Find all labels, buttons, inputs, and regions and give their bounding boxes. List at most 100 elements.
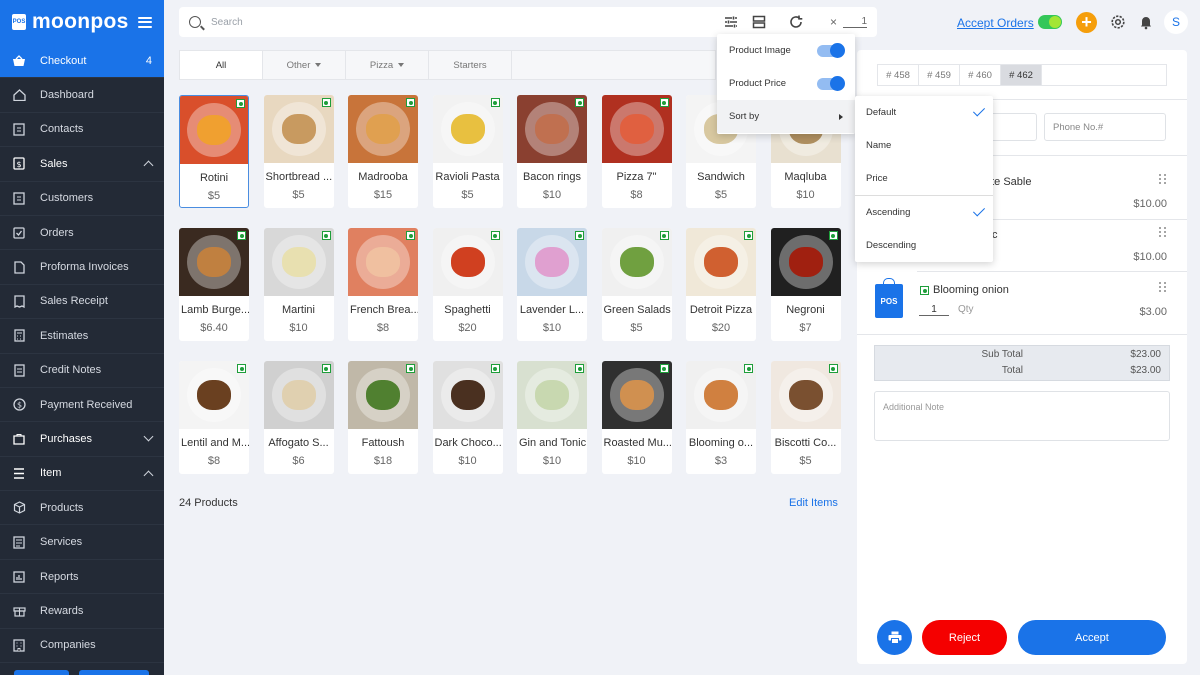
sidebar-item-orders[interactable]: Orders (0, 216, 164, 251)
sidebar-item-companies[interactable]: Companies (0, 629, 164, 664)
receipt-icon (12, 294, 26, 308)
search-input[interactable]: Search (211, 17, 243, 28)
phone-field[interactable]: Phone No.# (1044, 113, 1166, 141)
add-button[interactable]: + (1076, 12, 1097, 33)
list-icon (12, 466, 26, 480)
order-tab[interactable]: # 459 (919, 65, 960, 85)
avatar[interactable]: S (1164, 10, 1188, 34)
product-card[interactable]: Roasted Mu... $10 (601, 361, 672, 474)
sort-name-option[interactable]: Name (855, 129, 993, 162)
veg-indicator-icon (659, 98, 669, 107)
product-image-food (197, 380, 231, 410)
drag-handle-icon[interactable] (1159, 227, 1167, 238)
sidebar-item-purchases[interactable]: Purchases (0, 422, 164, 457)
accept-button[interactable]: Accept (1018, 620, 1166, 655)
product-card[interactable]: Shortbread ... $5 (263, 95, 334, 208)
product-card[interactable]: Blooming o... $3 (686, 361, 756, 474)
product-card[interactable]: Pizza 7" $8 (601, 95, 672, 208)
product-price: $5 (630, 322, 643, 334)
sidebar-item-sales-receipt[interactable]: Sales Receipt (0, 285, 164, 320)
product-price: $10 (542, 322, 562, 334)
sort-price-option[interactable]: Price (855, 162, 993, 195)
product-card[interactable]: Green Salads $5 (601, 228, 672, 341)
sidebar-item-dashboard[interactable]: Dashboard (0, 78, 164, 113)
sort-ascending-option[interactable]: Ascending (855, 196, 993, 229)
veg-indicator-icon (321, 231, 331, 240)
clear-search-icon[interactable]: × (830, 15, 837, 29)
product-image-option[interactable]: Product Image (717, 34, 855, 67)
sidebar-item-proforma-invoices[interactable]: Proforma Invoices (0, 250, 164, 285)
sort-descending-option[interactable]: Descending (855, 229, 993, 262)
product-card[interactable]: Ravioli Pasta $5 (432, 95, 503, 208)
sidebar-item-payment-received[interactable]: $ Payment Received (0, 388, 164, 423)
drag-handle-icon[interactable] (1159, 282, 1167, 293)
reject-button[interactable]: Reject (922, 620, 1007, 655)
sidebar-item-sales[interactable]: $ Sales (0, 147, 164, 182)
product-price: $8 (376, 322, 390, 334)
product-card[interactable]: Martini $10 (263, 228, 334, 341)
sort-by-option[interactable]: Sort by (717, 100, 855, 133)
sidebar-item-services[interactable]: Services (0, 525, 164, 560)
sort-default-option[interactable]: Default (855, 96, 993, 129)
edit-items-link[interactable]: Edit Items (789, 497, 838, 509)
tab-pizza[interactable]: Pizza (346, 51, 429, 79)
order-tab[interactable]: # 458 (878, 65, 919, 85)
sidebar-item-estimates[interactable]: Estimates (0, 319, 164, 354)
hamburger-menu-icon[interactable] (138, 16, 152, 28)
product-card[interactable]: Gin and Tonic $10 (517, 361, 587, 474)
layout-view-icon[interactable] (751, 14, 767, 30)
product-card[interactable]: Negroni $7 (770, 228, 841, 341)
refresh-icon[interactable] (788, 14, 804, 30)
sidebar-footer-button[interactable] (14, 670, 69, 675)
product-card[interactable]: Lentil and M... $8 (179, 361, 249, 474)
sidebar-item-checkout[interactable]: Checkout 4 (0, 44, 164, 79)
product-card[interactable]: Detroit Pizza $20 (686, 228, 756, 341)
order-tab[interactable]: # 460 (960, 65, 1001, 85)
product-card[interactable]: Lavender L... $10 (517, 228, 587, 341)
product-card[interactable]: Rotini $5 (179, 95, 249, 208)
accept-orders-toggle[interactable] (1038, 15, 1062, 29)
product-price-option[interactable]: Product Price (717, 67, 855, 100)
product-image-food (535, 247, 569, 277)
order-tab-active[interactable]: # 462 (1001, 65, 1042, 85)
sidebar-item-credit-notes[interactable]: Credit Notes (0, 354, 164, 388)
order-line-item[interactable]: POS Blooming onion 1 Qty $3.00 (857, 276, 1187, 328)
sidebar-item-rewards[interactable]: Rewards (0, 594, 164, 629)
product-card[interactable]: French Brea... $8 (348, 228, 418, 341)
drag-handle-icon[interactable] (1159, 174, 1167, 185)
tab-other[interactable]: Other (263, 51, 346, 79)
sidebar-footer-button[interactable] (79, 670, 149, 675)
product-price: $10 (627, 455, 646, 467)
accept-orders-link[interactable]: Accept Orders (957, 16, 1034, 30)
product-price-switch[interactable] (817, 75, 845, 91)
sidebar-item-reports[interactable]: Reports (0, 560, 164, 595)
sidebar-item-label: Item (40, 467, 62, 480)
gear-icon[interactable] (1110, 14, 1126, 30)
product-card[interactable]: Affogato S... $6 (263, 361, 334, 474)
product-card[interactable]: Madrooba $15 (348, 95, 418, 208)
product-card[interactable]: Spaghetti $20 (432, 228, 503, 341)
filter-settings-icon[interactable] (723, 14, 739, 30)
quantity-input[interactable]: 1 (843, 16, 867, 28)
additional-note-field[interactable]: Additional Note (874, 391, 1170, 441)
tab-all[interactable]: All (180, 51, 263, 79)
tab-starters[interactable]: Starters (429, 51, 512, 79)
product-card[interactable]: Lamb Burge... $6.40 (179, 228, 249, 341)
print-button[interactable] (877, 620, 912, 655)
product-card[interactable]: Dark Choco... $10 (432, 361, 503, 474)
product-name: Maqluba (784, 171, 827, 183)
product-image-food (535, 380, 569, 410)
line-item-qty-input[interactable]: 1 (919, 304, 949, 316)
bell-icon[interactable] (1138, 14, 1154, 30)
product-card[interactable]: Biscotti Co... $5 (770, 361, 841, 474)
check-icon (972, 104, 986, 117)
sidebar-item-contacts[interactable]: Contacts (0, 113, 164, 148)
sidebar-item-item[interactable]: Item (0, 457, 164, 492)
product-card[interactable]: Fattoush $18 (348, 361, 418, 474)
product-card[interactable]: Bacon rings $10 (517, 95, 587, 208)
product-name: Pizza 7" (616, 171, 657, 183)
sidebar-item-customers[interactable]: Customers (0, 182, 164, 216)
sidebar-item-products[interactable]: Products (0, 491, 164, 526)
product-image-switch[interactable] (817, 42, 845, 58)
search-bar[interactable]: Search × 1 (179, 7, 877, 37)
